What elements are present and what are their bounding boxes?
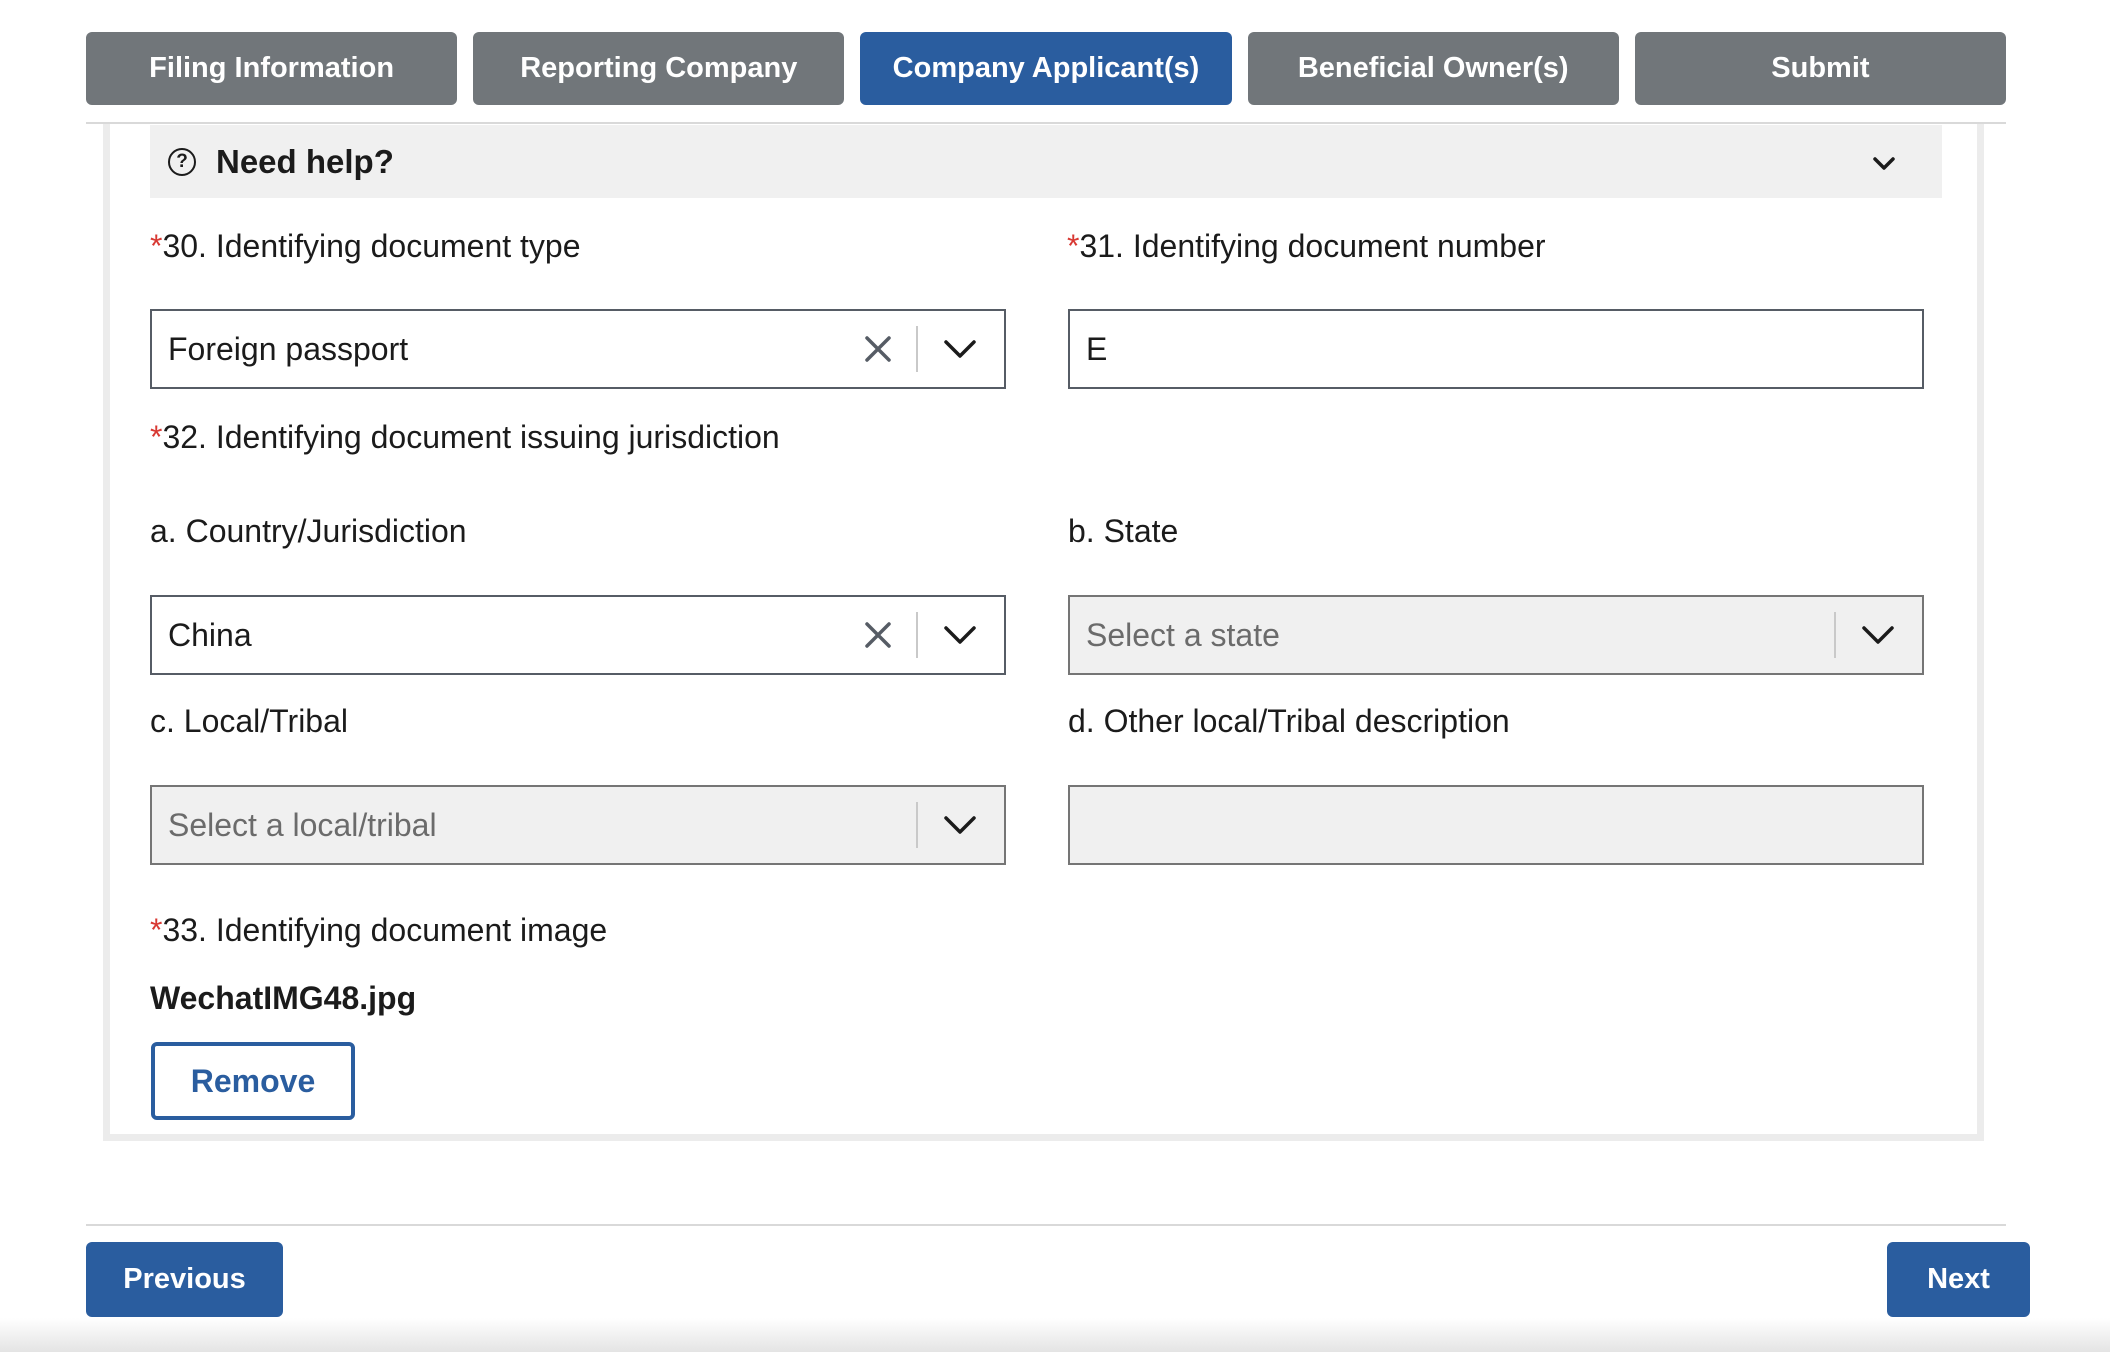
clear-icon[interactable] xyxy=(854,325,902,373)
bottom-divider xyxy=(86,1224,2006,1226)
next-button[interactable]: Next xyxy=(1887,1242,2030,1317)
tab-reporting-company[interactable]: Reporting Company xyxy=(473,32,845,105)
need-help-accordion[interactable]: ? Need help? xyxy=(150,125,1942,198)
doc-type-value: Foreign passport xyxy=(168,330,409,367)
local-tribal-placeholder: Select a local/tribal xyxy=(168,806,437,843)
select-separator xyxy=(1834,612,1836,658)
required-marker: * xyxy=(150,228,163,264)
doc-type-label: *30. Identifying document type xyxy=(150,228,581,264)
doc-number-value: E xyxy=(1086,330,1108,367)
tab-submit[interactable]: Submit xyxy=(1634,32,2007,105)
state-label: b. State xyxy=(1068,513,1179,549)
doc-number-label: *31. Identifying document number xyxy=(1067,228,1546,264)
state-placeholder: Select a state xyxy=(1086,616,1280,653)
country-value: China xyxy=(168,616,252,653)
tab-filing-information[interactable]: Filing Information xyxy=(86,32,458,105)
select-separator xyxy=(916,612,918,658)
chevron-down-icon[interactable] xyxy=(938,325,982,373)
other-local-label: d. Other local/Tribal description xyxy=(1068,703,1510,739)
select-separator xyxy=(916,802,918,848)
remove-file-button[interactable]: Remove xyxy=(151,1042,355,1120)
other-local-input[interactable] xyxy=(1068,785,1924,865)
previous-button[interactable]: Previous xyxy=(86,1242,283,1317)
jurisdiction-label: *32. Identifying document issuing jurisd… xyxy=(150,419,780,455)
state-select[interactable]: Select a state xyxy=(1068,595,1924,675)
need-help-label: Need help? xyxy=(216,142,394,180)
required-marker: * xyxy=(150,912,163,948)
tab-company-applicants[interactable]: Company Applicant(s) xyxy=(860,32,1232,105)
chevron-down-icon[interactable] xyxy=(1856,611,1900,659)
step-tabs: Filing Information Reporting Company Com… xyxy=(86,32,2007,105)
local-tribal-label: c. Local/Tribal xyxy=(150,703,348,739)
doc-type-select[interactable]: Foreign passport xyxy=(150,309,1006,389)
country-label: a. Country/Jurisdiction xyxy=(150,513,467,549)
doc-number-input[interactable]: E xyxy=(1068,309,1924,389)
uploaded-filename: WechatIMG48.jpg xyxy=(150,980,417,1016)
chevron-down-icon[interactable] xyxy=(1870,149,1898,177)
doc-image-label: *33. Identifying document image xyxy=(150,912,608,948)
chevron-down-icon[interactable] xyxy=(938,611,982,659)
local-tribal-select[interactable]: Select a local/tribal xyxy=(150,785,1006,865)
select-separator xyxy=(916,326,918,372)
tab-beneficial-owners[interactable]: Beneficial Owner(s) xyxy=(1247,32,1619,105)
required-marker: * xyxy=(150,419,163,455)
country-select[interactable]: China xyxy=(150,595,1006,675)
required-marker: * xyxy=(1067,228,1080,264)
bottom-shadow xyxy=(0,1318,2110,1352)
clear-icon[interactable] xyxy=(854,611,902,659)
question-circle-icon: ? xyxy=(168,147,196,176)
chevron-down-icon[interactable] xyxy=(938,801,982,849)
